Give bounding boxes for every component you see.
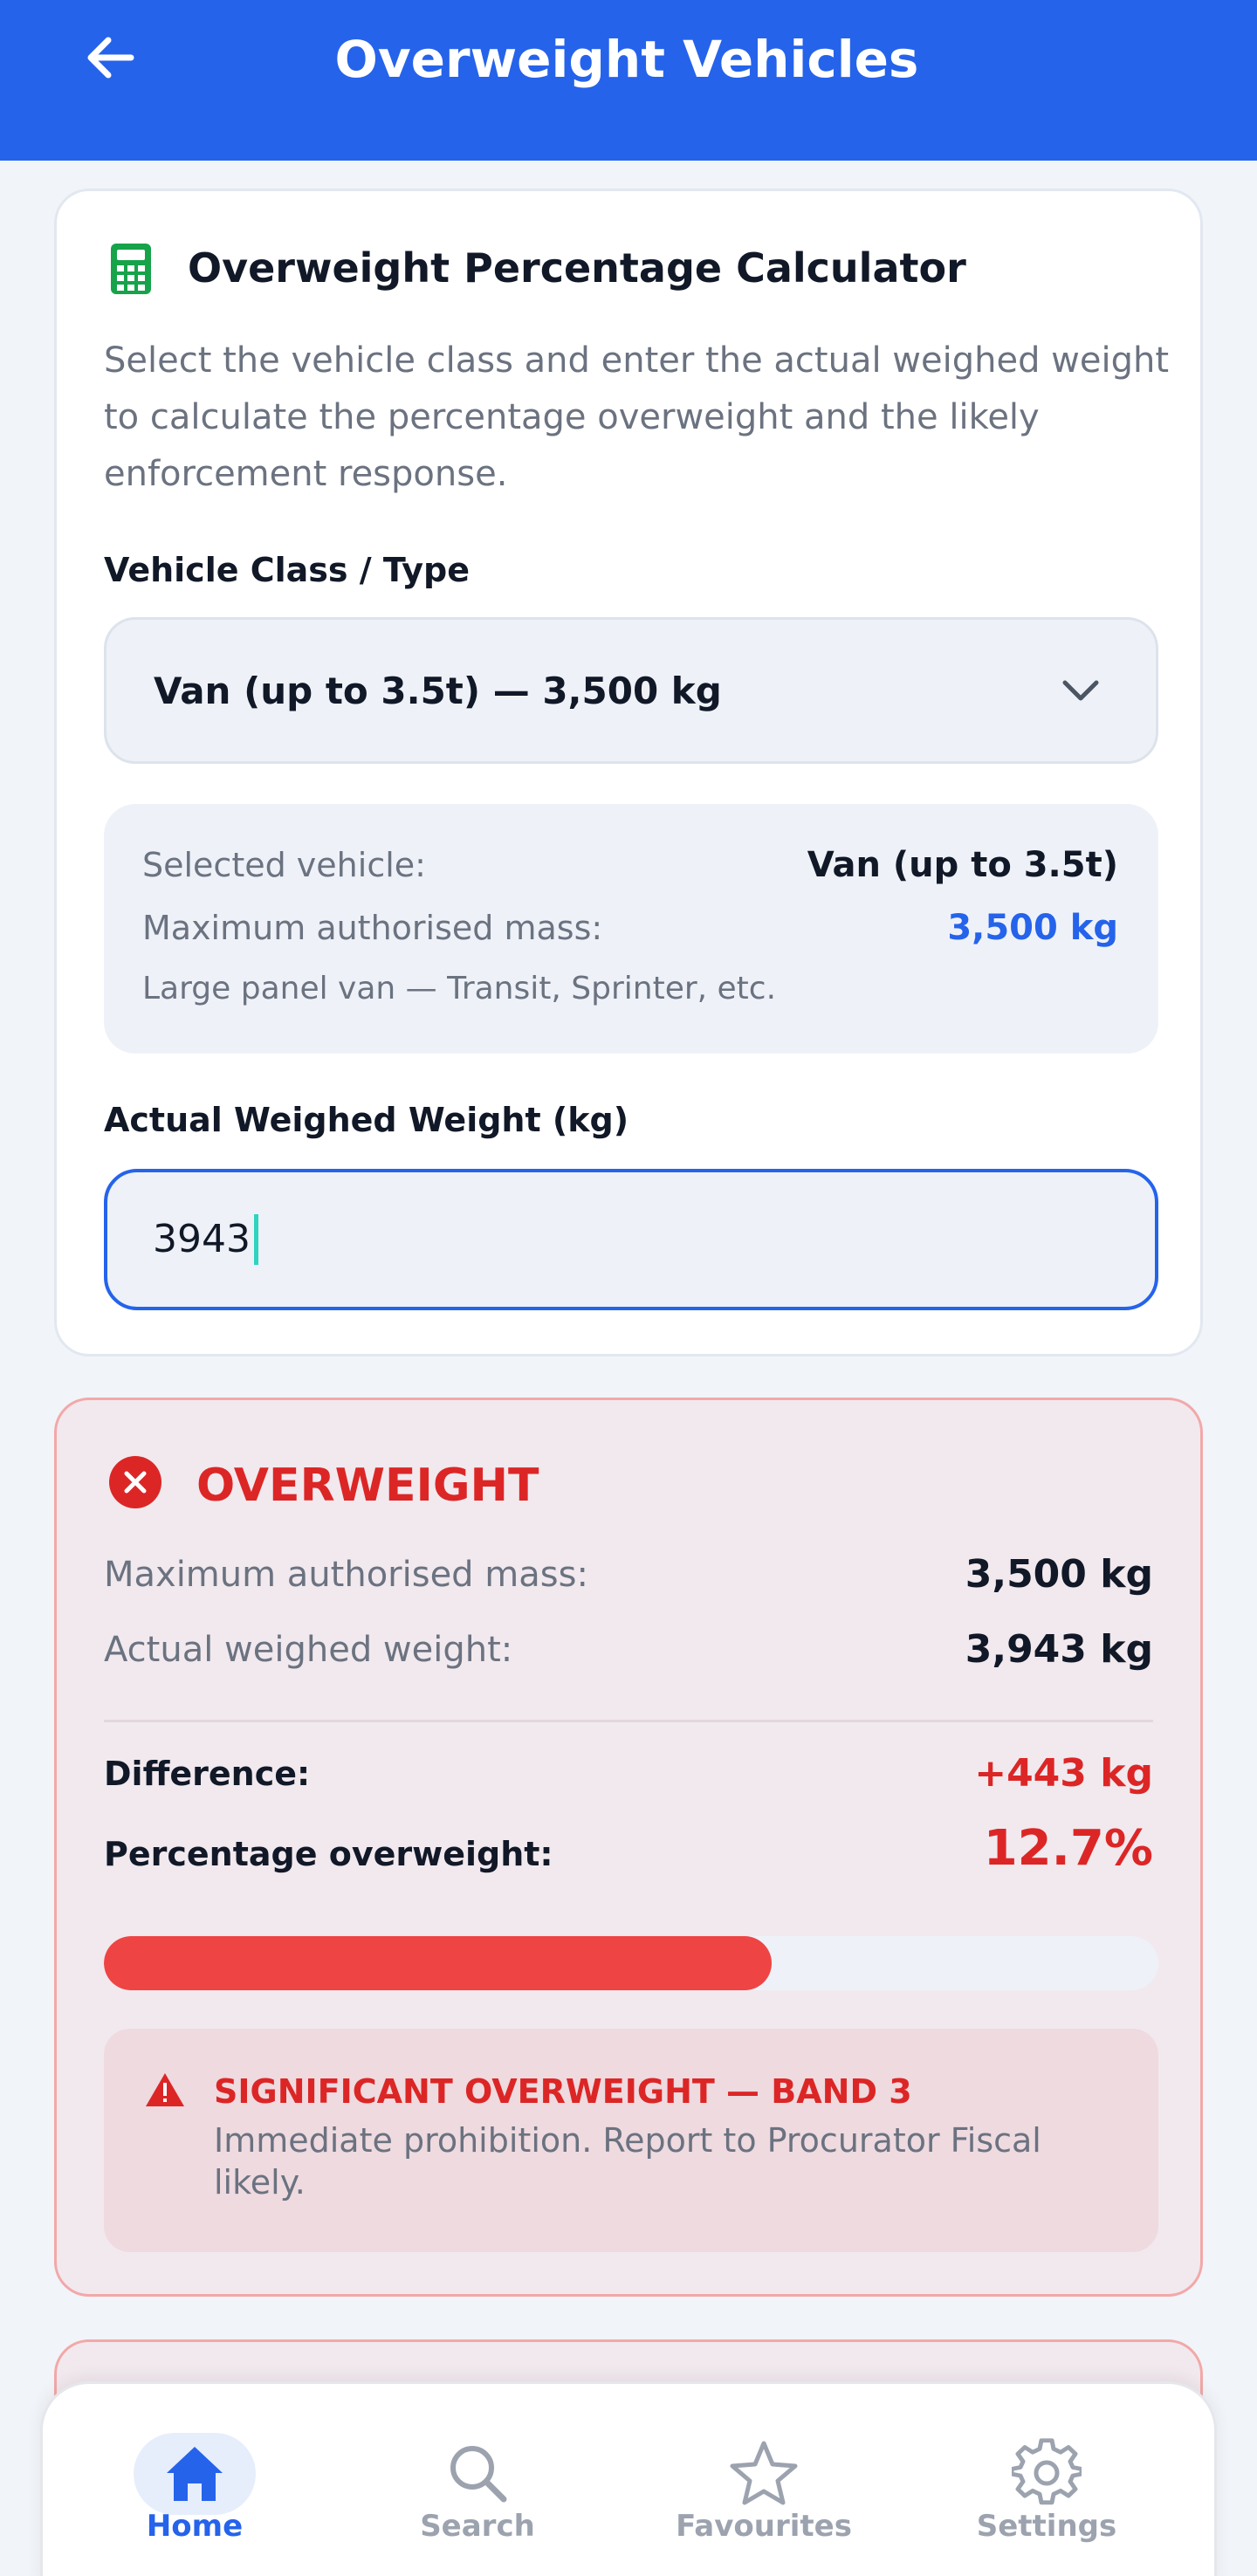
- difference-value: +443 kg: [974, 1751, 1153, 1796]
- selected-vehicle-label: Selected vehicle:: [142, 846, 426, 884]
- result-mam-value: 3,500 kg: [965, 1552, 1153, 1597]
- nav-home[interactable]: Home: [81, 2384, 308, 2559]
- calculator-title: Overweight Percentage Calculator: [188, 244, 966, 292]
- result-mam-label: Maximum authorised mass:: [104, 1555, 588, 1595]
- warning-triangle-icon: [146, 2073, 184, 2106]
- bottom-navigation: Home Search Favourites Settings: [40, 2381, 1217, 2576]
- divider: [104, 1720, 1153, 1722]
- vehicle-class-select[interactable]: Van (up to 3.5t) — 3,500 kg: [104, 617, 1158, 764]
- nav-search-label: Search: [420, 2509, 535, 2544]
- error-circle-icon: [109, 1456, 161, 1508]
- status-label: OVERWEIGHT: [196, 1460, 539, 1512]
- nav-settings-label: Settings: [976, 2509, 1117, 2544]
- warning-body: Immediate prohibition. Report to Procura…: [214, 2121, 1041, 2202]
- warning-title: SIGNIFICANT OVERWEIGHT — BAND 3: [214, 2072, 912, 2111]
- warning-panel: SIGNIFICANT OVERWEIGHT — BAND 3 Immediat…: [104, 2029, 1158, 2252]
- nav-home-label: Home: [146, 2509, 244, 2544]
- vehicle-info-panel: Selected vehicle: Van (up to 3.5t) Maxim…: [104, 804, 1158, 1054]
- text-caret: [253, 1214, 258, 1265]
- search-icon: [450, 2446, 507, 2503]
- calculator-description: Select the vehicle class and enter the a…: [104, 340, 1170, 494]
- result-actual-value: 3,943 kg: [965, 1627, 1153, 1672]
- percentage-label: Percentage overweight:: [104, 1835, 553, 1873]
- star-icon: [730, 2441, 798, 2505]
- page-title: Overweight Vehicles: [334, 30, 919, 89]
- selected-vehicle-value: Van (up to 3.5t): [807, 845, 1118, 885]
- calculator-card: Overweight Percentage Calculator Select …: [54, 189, 1203, 1357]
- result-actual-label: Actual weighed weight:: [104, 1630, 513, 1670]
- nav-settings[interactable]: Settings: [933, 2384, 1160, 2559]
- vehicle-class-label: Vehicle Class / Type: [104, 551, 471, 589]
- weight-input-value: 3943: [153, 1217, 251, 1261]
- weight-input[interactable]: 3943: [104, 1169, 1158, 1310]
- app-bar: Overweight Vehicles: [0, 0, 1257, 161]
- max-mass-label: Maximum authorised mass:: [142, 909, 603, 947]
- nav-search[interactable]: Search: [364, 2384, 591, 2559]
- percentage-value: 12.7%: [983, 1820, 1153, 1877]
- result-card: OVERWEIGHT Maximum authorised mass: 3,50…: [54, 1398, 1203, 2297]
- vehicle-class-selected: Van (up to 3.5t) — 3,500 kg: [154, 670, 722, 712]
- max-mass-value: 3,500 kg: [947, 908, 1118, 948]
- overweight-progress-fill: [104, 1936, 772, 1990]
- home-icon: [167, 2447, 223, 2501]
- weight-label: Actual Weighed Weight (kg): [104, 1101, 629, 1139]
- vehicle-note: Large panel van — Transit, Sprinter, etc…: [142, 971, 777, 1006]
- nav-favourites-label: Favourites: [676, 2509, 852, 2544]
- calculator-icon: [111, 244, 151, 294]
- difference-label: Difference:: [104, 1755, 311, 1793]
- chevron-down-icon: [1062, 680, 1099, 701]
- gear-icon: [1012, 2438, 1082, 2505]
- nav-favourites[interactable]: Favourites: [650, 2384, 877, 2559]
- overweight-progress-bar: [104, 1936, 1158, 1990]
